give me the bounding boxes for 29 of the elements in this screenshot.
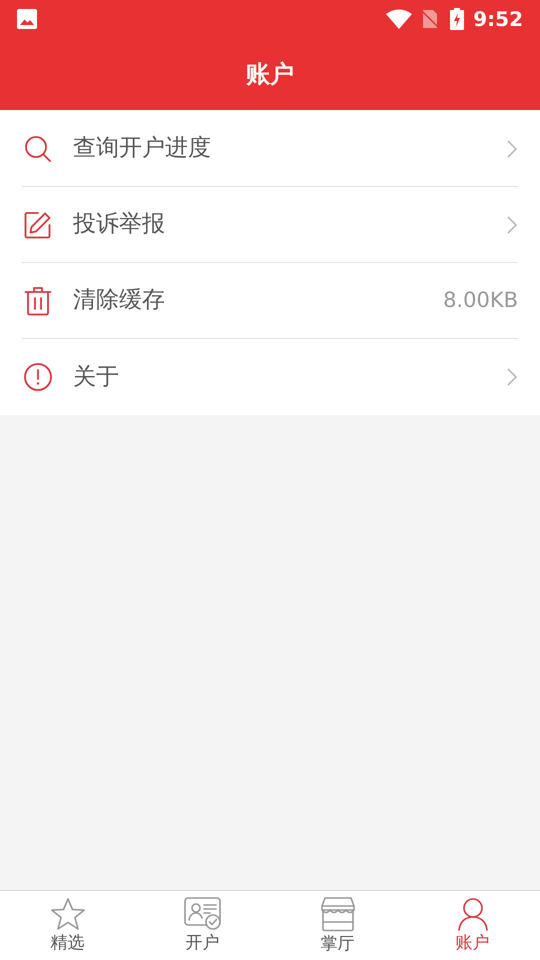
menu-label: 关于	[73, 362, 119, 392]
edit-icon	[24, 210, 52, 238]
cache-size: 8.00KB	[443, 286, 518, 314]
menu-item[interactable]: 投诉举报	[22, 187, 518, 263]
battery-charging-icon	[450, 8, 464, 30]
star-icon	[50, 896, 86, 931]
status-time: 9:52	[473, 6, 523, 32]
info-icon	[23, 362, 53, 392]
store-icon	[320, 896, 356, 932]
chevron-right-icon	[506, 367, 518, 387]
menu-label: 清除缓存	[73, 286, 165, 316]
nav-tab[interactable]: 精选	[0, 891, 135, 960]
nav-tab[interactable]: 开户	[135, 891, 270, 960]
page-title: 账户	[246, 58, 294, 90]
image-icon	[17, 8, 37, 28]
trash-icon	[24, 286, 52, 316]
wifi-icon	[386, 8, 412, 28]
nav-tab[interactable]: 账户	[405, 891, 540, 960]
nav-tab[interactable]: 掌厅	[270, 891, 405, 960]
person-icon	[456, 896, 490, 931]
menu-label: 投诉举报	[73, 210, 165, 240]
menu-item[interactable]: 清除缓存 8.00KB	[22, 263, 518, 339]
search-icon	[23, 134, 53, 164]
chevron-right-icon	[506, 138, 518, 158]
menu-item[interactable]: 查询开户进度	[22, 111, 518, 187]
chevron-right-icon	[506, 214, 518, 234]
menu-label: 查询开户进度	[73, 134, 211, 164]
id-card-icon	[184, 896, 222, 931]
menu-item[interactable]: 关于	[22, 339, 518, 415]
